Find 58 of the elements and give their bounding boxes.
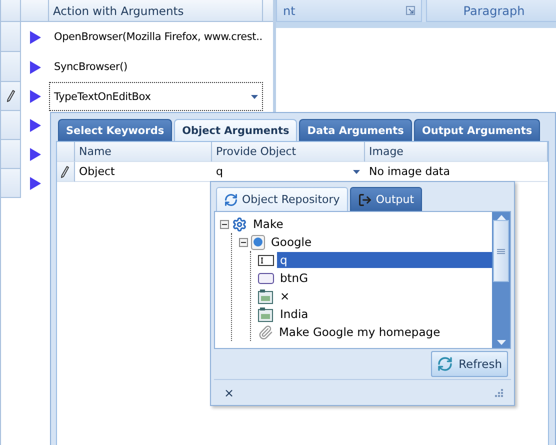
dropdown-caret-icon[interactable] <box>251 94 258 98</box>
action-text: SyncBrowser() <box>54 61 128 73</box>
row-header <box>1 0 21 22</box>
textbox-icon <box>258 254 274 266</box>
pencil-icon <box>6 90 14 102</box>
tree-item[interactable]: Google <box>268 234 315 250</box>
play-icon[interactable] <box>30 148 40 161</box>
row-header[interactable] <box>1 82 21 111</box>
action-cell[interactable]: TypeTextOnEditBox <box>49 82 263 111</box>
tree-item[interactable]: btnG <box>277 270 312 286</box>
repository-icon <box>224 192 238 206</box>
dropdown-caret-icon[interactable] <box>353 170 360 174</box>
paperclip-icon <box>258 324 273 340</box>
gear-icon <box>232 216 247 232</box>
collapse-icon[interactable] <box>239 238 248 246</box>
play-icon[interactable] <box>30 177 40 190</box>
column-header: Provide Object <box>212 142 365 162</box>
scroll-down-icon[interactable] <box>496 340 506 345</box>
tab[interactable]: Object Arguments <box>174 119 298 141</box>
button-shape-icon <box>258 272 274 284</box>
footer-text: × <box>224 386 234 400</box>
action-cell[interactable]: OpenBrowser(Mozilla Firefox, www.crest.. <box>49 22 268 52</box>
ribbon-group-label: Paragraph <box>462 4 526 18</box>
tree-item[interactable]: India <box>277 306 312 322</box>
scrollbar[interactable] <box>492 212 510 348</box>
collapse-icon[interactable] <box>220 220 229 228</box>
column-header: Action with Arguments <box>49 0 263 22</box>
action-cell[interactable]: SyncBrowser() <box>49 52 263 82</box>
refresh-icon <box>436 356 453 372</box>
column-header: Image <box>365 142 548 162</box>
refresh-button[interactable]: Refresh <box>430 351 508 377</box>
tab[interactable]: Object Repository <box>216 187 348 211</box>
dialog-launcher-icon[interactable] <box>406 6 415 15</box>
grip-lines-icon <box>497 248 505 254</box>
window-image-icon <box>258 306 274 322</box>
pencil-icon <box>61 166 69 178</box>
column-header <box>263 0 273 22</box>
output-icon <box>358 192 372 206</box>
tree-item[interactable]: Make <box>250 216 286 232</box>
tab[interactable]: Select Keywords <box>58 119 172 141</box>
tab[interactable]: Output <box>350 187 422 211</box>
tree-item[interactable]: q <box>277 252 492 268</box>
tree-item[interactable]: Make Google my homepage <box>276 324 444 340</box>
resize-grip-icon[interactable] <box>494 388 503 397</box>
play-icon[interactable] <box>30 30 40 44</box>
play-icon[interactable] <box>30 119 40 132</box>
globe-page-icon <box>251 234 265 250</box>
tree-item[interactable]: × <box>277 288 293 304</box>
play-icon[interactable] <box>30 90 40 103</box>
action-text: OpenBrowser(Mozilla Firefox, www.crest.. <box>54 31 262 43</box>
action-text: TypeTextOnEditBox <box>54 90 151 102</box>
ribbon-group-label: nt <box>283 4 296 18</box>
column-header: Name <box>75 142 212 162</box>
column-header <box>21 0 49 22</box>
tab[interactable]: Output Arguments <box>414 119 540 141</box>
window-image-icon <box>258 288 274 304</box>
play-icon[interactable] <box>30 60 40 74</box>
tab[interactable]: Data Arguments <box>299 119 412 141</box>
